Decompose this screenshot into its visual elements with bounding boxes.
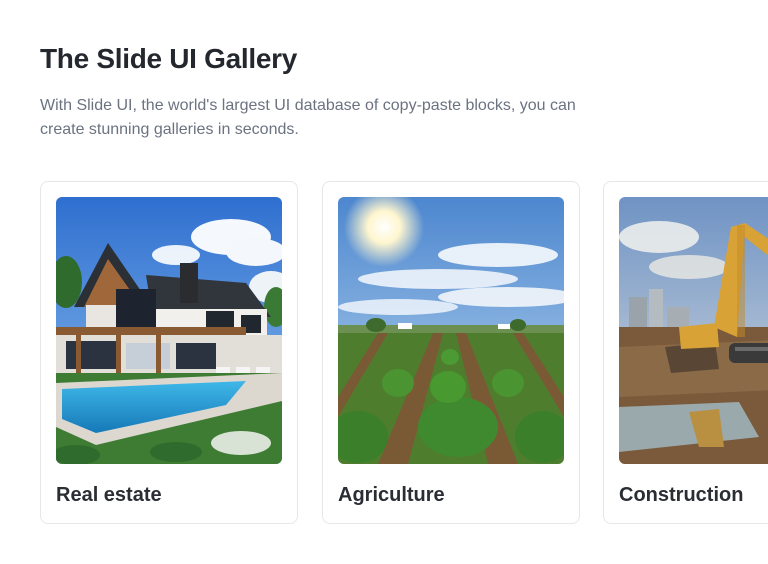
agriculture-image	[338, 197, 564, 464]
gallery-card-agriculture[interactable]: Agriculture	[322, 181, 580, 524]
gallery-page: The Slide UI Gallery With Slide UI, the …	[0, 0, 768, 564]
real-estate-image	[56, 197, 282, 464]
page-title: The Slide UI Gallery	[40, 43, 297, 74]
card-label: Construction	[619, 484, 744, 506]
card-label: Agriculture	[338, 484, 445, 506]
card-label: Real estate	[56, 484, 162, 506]
gallery-card-real-estate[interactable]: Real estate	[40, 181, 298, 524]
page-subtitle: With Slide UI, the world's largest UI da…	[40, 97, 576, 138]
gallery-card-construction[interactable]: Construction	[603, 181, 768, 524]
gallery-grid: Real estate Agriculture Construction	[40, 181, 768, 524]
construction-image	[619, 197, 768, 464]
